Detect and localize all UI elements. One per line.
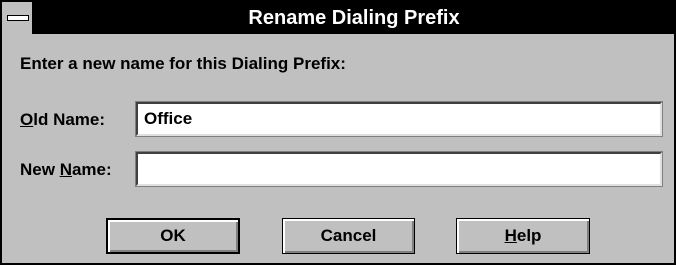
help-button[interactable]: Help [456,218,590,254]
title-bar: Rename Dialing Prefix [2,2,674,34]
old-name-field[interactable] [135,101,663,137]
ok-button[interactable]: OK [106,218,240,254]
window-title: Rename Dialing Prefix [248,7,460,29]
old-name-label: Old Name: [20,110,105,130]
help-button-label-rest: elp [516,226,542,245]
system-menu-button[interactable] [2,2,34,34]
new-name-field[interactable] [135,151,663,187]
system-menu-icon [7,15,29,21]
old-name-label-mnemonic: O [20,110,34,129]
cancel-button[interactable]: Cancel [282,218,415,254]
new-name-label-rest: ame: [71,160,112,179]
help-button-mnemonic: H [504,226,517,245]
new-name-input[interactable] [138,154,660,184]
old-name-input[interactable] [138,104,660,134]
instruction-text: Enter a new name for this Dialing Prefix… [20,54,346,73]
new-name-label: New Name: [20,160,112,180]
old-name-label-rest: ld Name: [33,110,106,129]
new-name-label-mnemonic: N [59,160,72,179]
new-name-label-pre: New [20,160,60,179]
rename-dialing-prefix-dialog: Rename Dialing Prefix Enter a new name f… [0,0,676,265]
